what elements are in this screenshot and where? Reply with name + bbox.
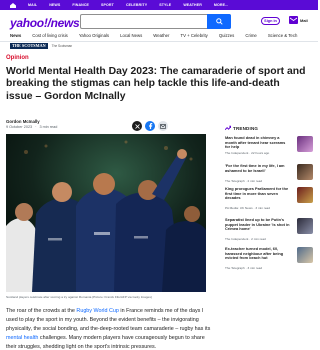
- nav-divider: [0, 41, 318, 42]
- trending-item-thumbnail[interactable]: [297, 218, 313, 234]
- article-paragraph: The roar of the crowds at the Rugby Worl…: [6, 308, 211, 350]
- trending-item-title[interactable]: 'For the first time in my life, I am ash…: [225, 163, 291, 173]
- article-author: Gordon McInally: [6, 119, 40, 124]
- trending-item-thumbnail[interactable]: [297, 187, 313, 203]
- trending-item-meta: The Telegraph · 2 min read: [225, 179, 263, 183]
- trending-item-title[interactable]: Man found dead in chimney a month after …: [225, 135, 291, 150]
- share-email-button[interactable]: [158, 121, 168, 131]
- search-button[interactable]: [207, 14, 231, 29]
- x-icon: [134, 123, 140, 129]
- trending-item-title[interactable]: King prorogues Parliament for the first …: [225, 186, 291, 201]
- search-icon: [215, 18, 223, 25]
- mail-label: Mail: [300, 17, 308, 23]
- trending-item-thumbnail[interactable]: [297, 247, 313, 263]
- source-logo-wordmark: THE SCOTSMAN: [10, 43, 48, 49]
- article-headline: World Mental Health Day 2023: The camara…: [6, 66, 306, 102]
- photo-caption: Scotland players celebrate after scoring…: [6, 295, 152, 299]
- article-hero-photo[interactable]: [6, 134, 206, 292]
- topbar-link-more[interactable]: MORE...: [214, 3, 228, 7]
- rugby-world-cup-link[interactable]: Rugby World Cup: [76, 308, 118, 314]
- article-date: 9 October 2023 · 3 min read: [6, 125, 58, 129]
- trending-item[interactable]: King prorogues Parliament for the first …: [225, 186, 313, 210]
- topbar-link-news[interactable]: NEWS: [49, 3, 60, 7]
- yahoo-news-logo[interactable]: yahoo!/news: [10, 16, 80, 30]
- trending-item-meta: The Independent · 22 hours ago: [225, 151, 270, 155]
- trending-item-meta: The Independent · 2 min read: [225, 237, 266, 241]
- source-logo[interactable]: THE SCOTSMAN The Scotsman: [10, 43, 72, 49]
- trending-item[interactable]: Man found dead in chimney a month after …: [225, 135, 313, 156]
- trending-item[interactable]: Ex-teacher turned model, 60, harassed ne…: [225, 246, 313, 270]
- topbar-link-weather[interactable]: WEATHER: [183, 3, 202, 7]
- mail-icon: [160, 123, 166, 129]
- trending-item-title[interactable]: Separatist lined up to be Putin's puppet…: [225, 217, 291, 232]
- article-kicker[interactable]: Opinion: [6, 55, 29, 61]
- share-facebook-button[interactable]: [145, 121, 155, 131]
- topbar-link-celebrity[interactable]: CELEBRITY: [126, 3, 147, 7]
- facebook-icon: [148, 123, 152, 129]
- rugby-players-image: [6, 134, 206, 292]
- read-time: 3 min read: [39, 125, 58, 129]
- trending-title: TRENDING: [233, 125, 259, 131]
- trending-item[interactable]: 'For the first time in my life, I am ash…: [225, 163, 313, 184]
- mental-health-link[interactable]: mental health: [6, 335, 38, 341]
- topbar-link-mail[interactable]: MAIL: [28, 3, 37, 7]
- trending-item-thumbnail[interactable]: [297, 164, 313, 180]
- publish-date: 9 October 2023: [6, 125, 33, 129]
- topbar-link-sport[interactable]: SPORT: [101, 3, 114, 7]
- trending-panel: TRENDING Man found dead in chimney a mon…: [225, 124, 313, 270]
- topbar-link-finance[interactable]: FINANCE: [72, 3, 89, 7]
- article-body: The roar of the crowds at the Rugby Worl…: [6, 307, 214, 350]
- trending-item-thumbnail[interactable]: [297, 136, 313, 152]
- trending-item-meta: PA Media: UK News · 3 min read: [225, 206, 270, 210]
- trending-icon: [225, 125, 231, 131]
- sign-in-button[interactable]: Sign in: [261, 17, 280, 25]
- source-name: The Scotsman: [51, 44, 73, 48]
- top-network-bar: MAIL NEWS FINANCE SPORT CELEBRITY STYLE …: [0, 0, 318, 10]
- mail-icon: [289, 16, 298, 24]
- share-x-button[interactable]: [132, 121, 142, 131]
- mail-button[interactable]: Mail: [289, 16, 308, 24]
- trending-item[interactable]: Separatist lined up to be Putin's puppet…: [225, 217, 313, 241]
- trending-item-meta: The Telegraph · 3 min read: [225, 266, 263, 270]
- trending-header: TRENDING: [225, 124, 313, 132]
- topbar-link-style[interactable]: STYLE: [159, 3, 171, 7]
- trending-item-title[interactable]: Ex-teacher turned model, 60, harassed ne…: [225, 246, 291, 261]
- home-icon[interactable]: [10, 2, 16, 8]
